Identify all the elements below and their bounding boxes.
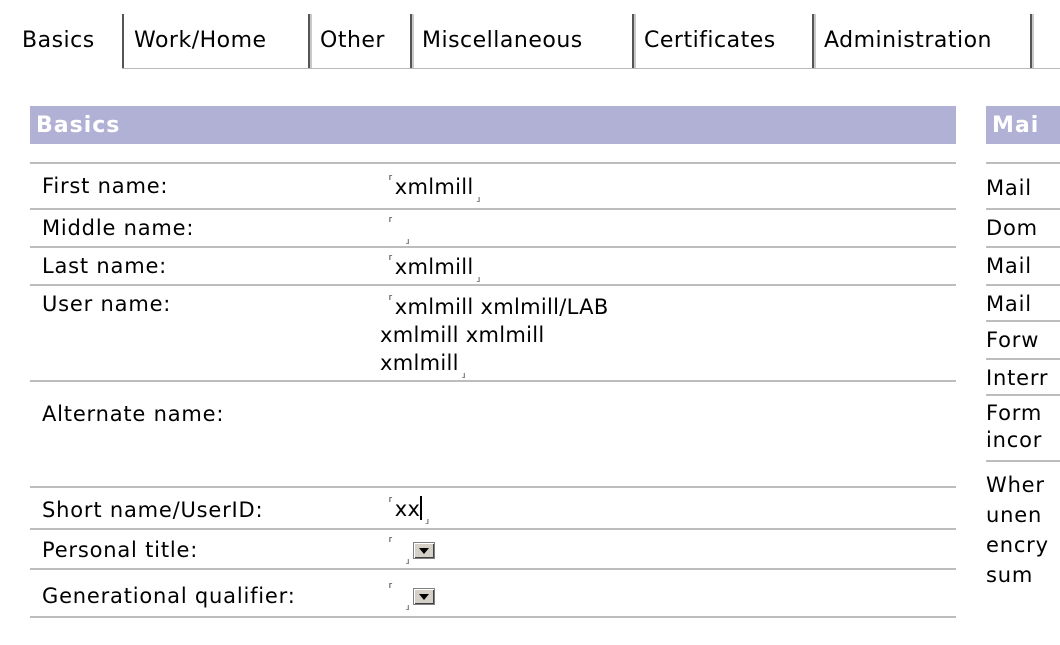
mail-row-label: Mail [986,176,1032,200]
field-close-mark: ⸥ [404,596,411,612]
tab-divider [0,68,1060,69]
text-caret [420,496,423,520]
row-short-name: Short name/UserID: ⸢xx ⸥ [30,488,956,530]
first-name-value: xmlmill [394,175,474,199]
field-close-mark: ⸥ [475,188,482,204]
mail-row: Mail [986,162,1060,210]
personal-title-label: Personal title: [42,538,199,562]
tab-certificates[interactable]: Certificates [636,14,814,68]
tab-label: Certificates [644,28,776,53]
row-generational-qualifier: Generational qualifier: ⸢⸥ [30,570,956,618]
field-open-mark: ⸢ [388,496,394,512]
tab-label: Basics [22,28,95,53]
short-name-value: xx [394,497,421,521]
mail-row-label: Dom [986,216,1038,240]
tab-label: Work/Home [134,28,267,53]
last-name-value: xmlmill [394,255,474,279]
first-name-label: First name: [42,174,169,198]
field-open-mark: ⸢ [388,582,394,598]
mail-row: Dom [986,210,1060,248]
mail-row: Mail [986,286,1060,322]
user-name-line-1: xmlmill xmlmill/LAB [394,295,609,319]
tab-label: Other [320,28,385,53]
mail-row-label: Interr [986,366,1049,390]
mail-row-label: Form incor [986,401,1043,452]
mail-row-label: Forw [986,328,1040,352]
mail-row-label: Mail [986,254,1032,278]
tab-basics[interactable]: Basics [14,14,124,68]
mail-row: Forw [986,322,1060,360]
short-name-label: Short name/UserID: [42,498,264,522]
mail-row: Wher unen encry sum [986,462,1060,645]
mail-row: Form incor [986,396,1060,462]
user-name-line-2: xmlmill xmlmill [380,323,545,347]
middle-name-field[interactable]: ⸢⸥ [388,216,411,246]
tab-label: Administration [824,28,992,53]
user-name-line-3: xmlmill [380,351,459,375]
row-personal-title: Personal title: ⸢⸥ [30,530,956,570]
tab-other[interactable]: Other [312,14,412,68]
generational-qualifier-label: Generational qualifier: [42,584,296,608]
dropdown-arrow-icon[interactable] [412,588,435,605]
row-alternate-name: Alternate name: [30,382,956,488]
mail-row: Interr [986,360,1060,396]
last-name-label: Last name: [42,254,168,278]
field-close-mark: ⸥ [404,230,411,246]
row-middle-name: Middle name: ⸢⸥ [30,210,956,248]
dropdown-arrow-icon[interactable] [412,542,435,559]
field-open-mark: ⸢ [388,536,394,552]
first-name-field[interactable]: ⸢xmlmill ⸥ [388,174,481,204]
personal-title-select[interactable]: ⸢⸥ [388,536,435,566]
tab-work-home[interactable]: Work/Home [126,14,310,68]
field-close-mark: ⸥ [404,550,411,566]
tab-label: Miscellaneous [422,28,583,53]
tab-administration[interactable]: Administration [816,14,1032,68]
field-open-mark: ⸢ [388,254,394,270]
row-user-name: User name: ⸢xmlmill xmlmill/LAB xmlmill … [30,286,956,382]
last-name-field[interactable]: ⸢xmlmill ⸥ [388,254,481,284]
row-first-name: First name: ⸢xmlmill ⸥ [30,162,956,210]
field-close-mark: ⸥ [460,364,467,380]
user-name-label: User name: [42,292,172,316]
field-close-mark: ⸥ [475,268,482,284]
mail-row: Mail [986,248,1060,286]
field-open-mark: ⸢ [388,216,394,232]
row-last-name: Last name: ⸢xmlmill ⸥ [30,248,956,286]
alternate-name-label: Alternate name: [42,402,225,426]
section-header-mail: Mai [986,106,1060,144]
tab-bar: Basics Work/Home Other Miscellaneous Cer… [0,14,1060,70]
user-name-field[interactable]: ⸢xmlmill xmlmill/LAB xmlmill xmlmill xml… [380,288,609,386]
section-header-basics: Basics [30,106,956,144]
middle-name-label: Middle name: [42,216,195,240]
field-open-mark: ⸢ [388,174,394,190]
short-name-field[interactable]: ⸢xx ⸥ [388,496,430,526]
tab-miscellaneous[interactable]: Miscellaneous [414,14,634,68]
mail-row-label: Mail [986,292,1032,316]
field-close-mark: ⸥ [424,510,430,526]
section-title: Basics [36,113,121,138]
field-open-mark: ⸢ [388,294,394,310]
mail-row-label: Wher unen encry sum [986,473,1049,587]
section-title: Mai [992,113,1040,138]
generational-qualifier-select[interactable]: ⸢⸥ [388,582,435,612]
